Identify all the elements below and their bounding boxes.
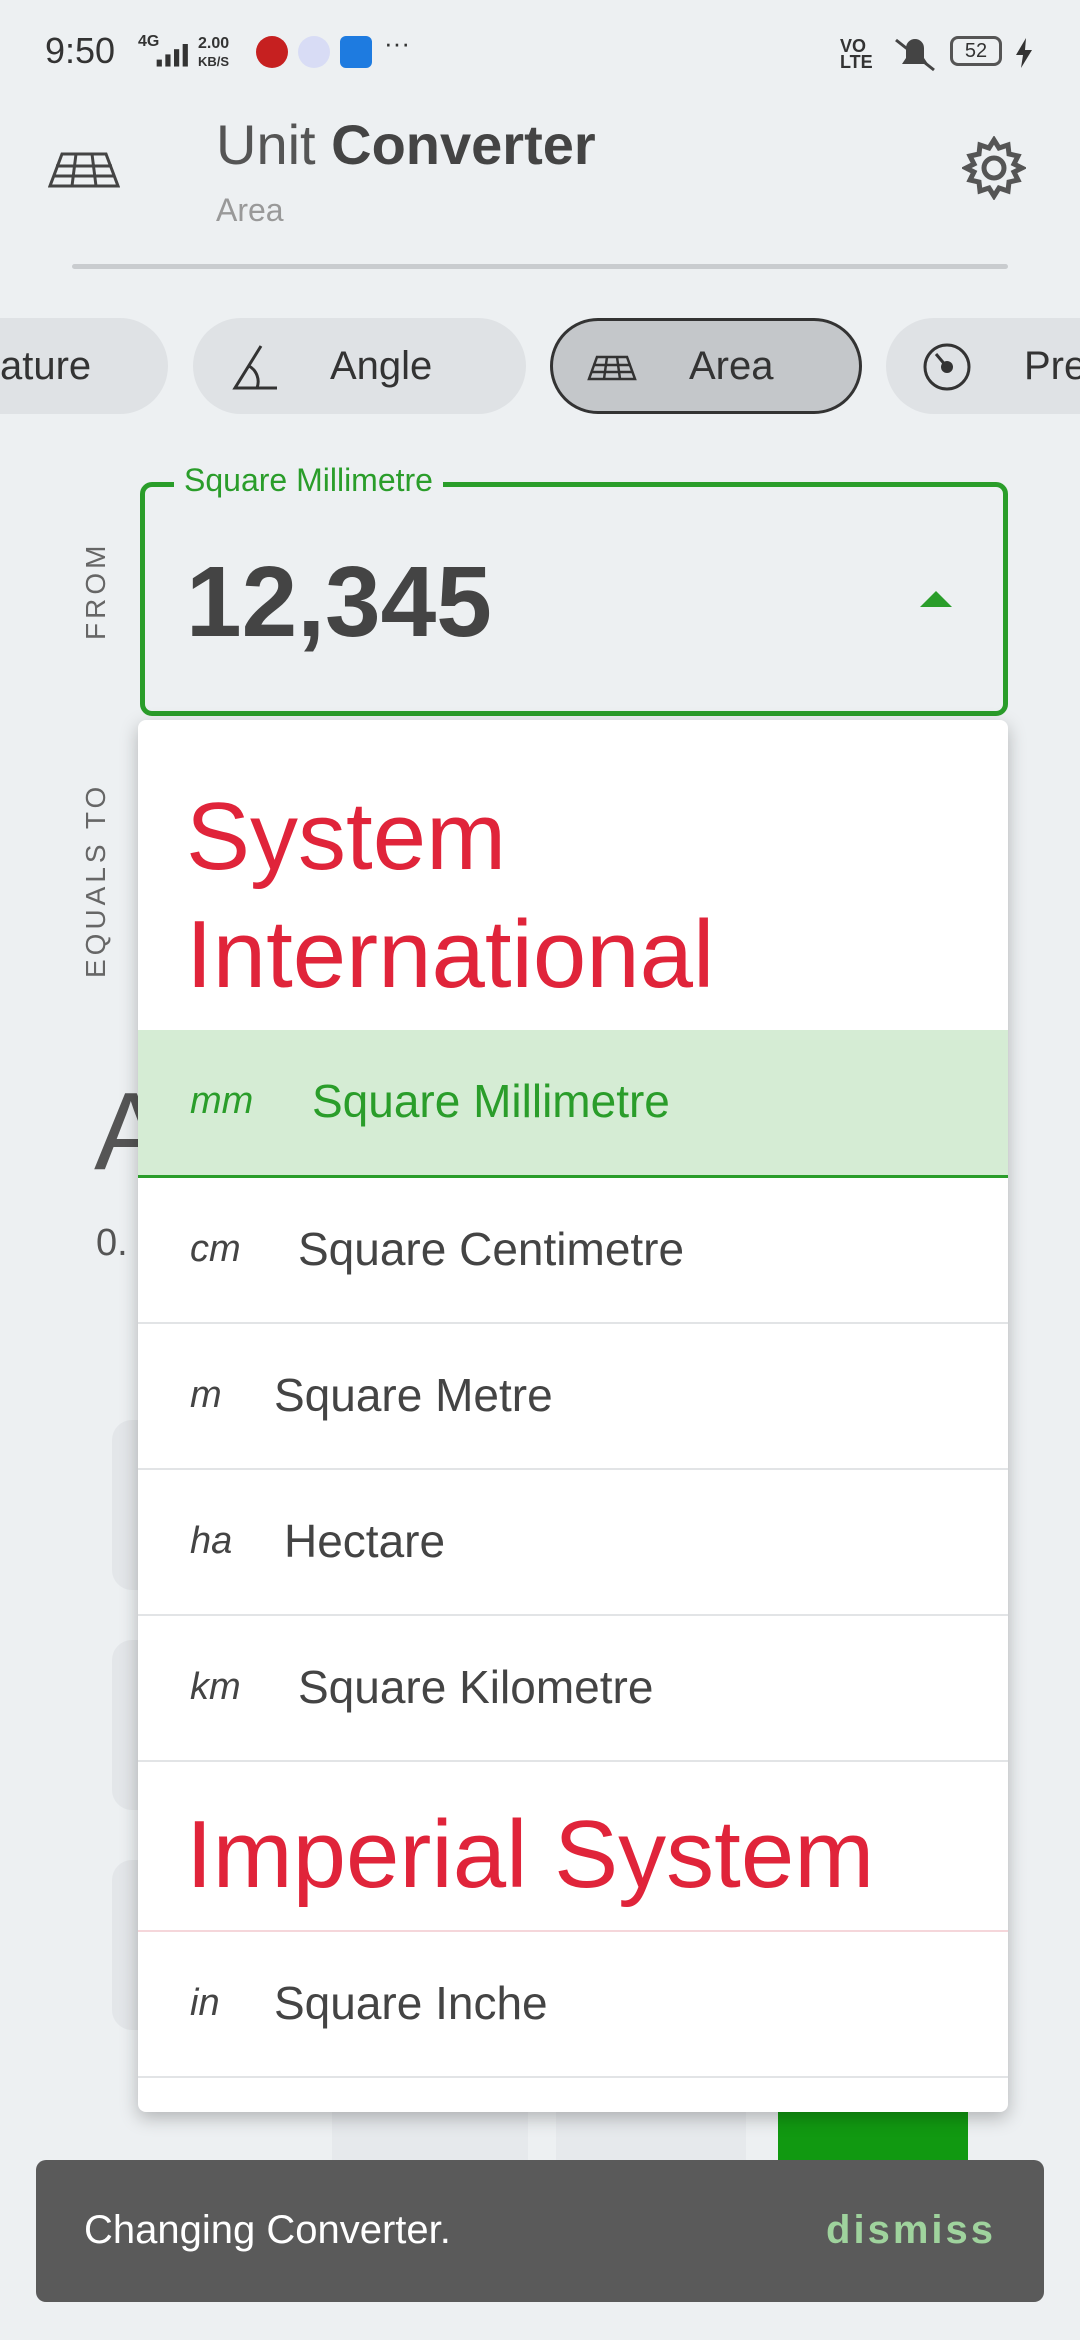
from-label: FROM — [80, 541, 111, 640]
mute-icon — [895, 38, 935, 72]
equals-to-label: EQUALS TO — [80, 782, 111, 978]
gear-icon[interactable] — [962, 136, 1026, 200]
signal-icon — [156, 44, 188, 67]
status-bar: 9:50 4G 2.00 KB/S ··· VO LTE 52 — [0, 0, 1080, 110]
unit-option-square-metre[interactable]: m Square Metre — [138, 1324, 1008, 1470]
group-title-system-international: System International — [186, 778, 714, 1014]
app-notification-icon — [298, 36, 330, 68]
group-title-imperial-system: Imperial System — [186, 1801, 875, 1908]
unit-option-hectare[interactable]: ha Hectare — [138, 1470, 1008, 1616]
chip-temperature[interactable]: ature — [0, 318, 168, 414]
unit-symbol: m — [190, 1374, 222, 1416]
status-time: 9:50 — [45, 30, 116, 71]
unit-option-square-inch[interactable]: in Square Inche — [138, 1932, 1008, 2078]
header-divider — [72, 264, 1008, 269]
chip-label: Area — [689, 344, 774, 388]
pressure-gauge-icon — [923, 343, 971, 391]
unit-option-square-millimetre[interactable]: mm Square Millimetre — [138, 1030, 1008, 1178]
unit-symbol: cm — [190, 1228, 241, 1270]
unit-name: Square Kilometre — [298, 1661, 654, 1713]
unit-option-square-centimetre[interactable]: cm Square Centimetre — [138, 1178, 1008, 1324]
title-light: Unit — [216, 113, 316, 176]
net-speed-unit: KB/S — [198, 54, 230, 69]
unit-name: Square Millimetre — [312, 1075, 670, 1127]
dismiss-button[interactable]: dismiss — [826, 2208, 996, 2253]
title-bold: Converter — [331, 113, 596, 176]
chip-label: ature — [0, 344, 92, 388]
chip-label: Pre — [1024, 344, 1080, 388]
snackbar: Changing Converter. dismiss — [36, 2160, 1044, 2302]
charging-icon — [1016, 38, 1032, 68]
converter-chips: ature Angle Area Pre — [0, 318, 1080, 414]
result-value: 0. — [96, 1222, 128, 1264]
group-title-line: System — [186, 783, 507, 890]
net-speed-value: 2.00 — [198, 35, 230, 52]
battery-icon: 52 — [950, 36, 1002, 66]
unit-dropdown-menu: System International mm Square Millimetr… — [138, 720, 1008, 2112]
unit-name: Square Inche — [274, 1977, 548, 2029]
unit-option-square-kilometre[interactable]: km Square Kilometre — [138, 1616, 1008, 1762]
area-grid-icon[interactable] — [48, 150, 120, 190]
page-subtitle: Area — [216, 192, 284, 228]
snackbar-message: Changing Converter. — [84, 2208, 451, 2252]
chip-label: Angle — [330, 344, 433, 388]
chip-area[interactable]: Area — [550, 318, 862, 414]
group-title-line: International — [186, 901, 715, 1008]
unit-symbol: ha — [190, 1520, 233, 1562]
unit-symbol: mm — [190, 1080, 254, 1122]
chip-angle[interactable]: Angle — [193, 318, 526, 414]
app-notification-icon — [256, 36, 288, 68]
unit-name: Square Metre — [274, 1369, 553, 1421]
volte-icon: VO LTE — [840, 36, 873, 72]
chip-pressure[interactable]: Pre — [886, 318, 1080, 414]
usb-icon — [340, 36, 372, 68]
from-unit-label: Square Millimetre — [174, 462, 443, 499]
more-notifications-icon: ··· — [384, 28, 410, 58]
unit-symbol: in — [190, 1982, 220, 2024]
caret-up-icon[interactable] — [920, 591, 952, 607]
angle-icon — [232, 345, 277, 390]
unit-symbol: km — [190, 1666, 241, 1708]
unit-name: Hectare — [284, 1515, 446, 1567]
unit-name: Square Centimetre — [298, 1223, 685, 1275]
area-grid-icon — [587, 355, 637, 381]
from-value[interactable]: 12,345 — [186, 545, 492, 660]
page-title: Unit Converter — [216, 112, 596, 177]
